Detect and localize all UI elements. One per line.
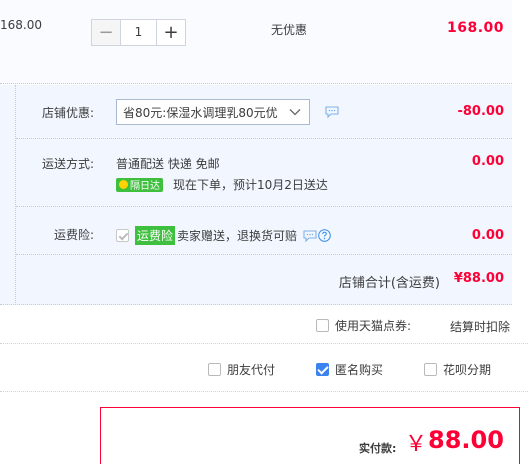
row-divider [16, 206, 512, 207]
quantity-stepper: − 1 + [91, 19, 186, 46]
anonymous-purchase-option[interactable]: 匿名购买 [316, 361, 383, 378]
delivery-info: 隔日达 现在下单，预计10月2日送达 [116, 176, 328, 193]
insurance-checkbox[interactable] [116, 229, 129, 242]
order-item-row [0, 0, 512, 84]
shop-total-value: ¥88.00 [453, 271, 504, 286]
shipping-method-text: 普通配送 快递 免邮 [116, 157, 220, 171]
payment-label: 实付款: [359, 442, 397, 455]
tmall-points-option[interactable]: 使用天猫点券: [316, 317, 411, 334]
tmall-points-checkbox[interactable] [316, 319, 329, 332]
chat-bubble-icon[interactable] [325, 106, 339, 118]
huabei-label: 花呗分期 [443, 363, 492, 377]
unit-price: 168.00 [0, 18, 42, 32]
shop-discount-amount: -80.00 [457, 104, 504, 119]
next-day-badge: 隔日达 [116, 177, 163, 192]
tmall-points-label: 使用天猫点券: [335, 319, 412, 333]
decrease-quantity-button[interactable]: − [91, 19, 120, 46]
shipping-insurance-info: 运费险 卖家赠送，退换货可赔 [116, 226, 331, 245]
huabei-installment-option[interactable]: 花呗分期 [424, 361, 491, 378]
section-divider [0, 343, 528, 344]
payment-amount: 88.00 [428, 426, 504, 454]
lightning-icon [119, 180, 128, 189]
anonymous-purchase-label: 匿名购买 [335, 363, 384, 377]
shop-total-label: 店铺合计(含运费) [338, 276, 440, 291]
payment-currency: ￥ [405, 432, 428, 457]
shop-discount-select[interactable]: 省80元:保湿水调理乳80元优 [116, 99, 310, 125]
chat-bubble-icon[interactable] [303, 229, 317, 242]
friend-pay-label: 朋友代付 [227, 363, 276, 377]
shipping-insurance-label: 运费险: [53, 228, 94, 242]
anonymous-purchase-checkbox[interactable] [316, 363, 329, 376]
insurance-fee: 0.00 [471, 228, 504, 243]
delivery-eta: 现在下单，预计10月2日送达 [173, 178, 328, 192]
shop-discount-label: 店铺优惠: [41, 106, 94, 120]
insurance-tag: 运费险 [135, 226, 176, 245]
shipping-method-label: 运送方式: [41, 157, 94, 171]
chevron-down-icon [289, 109, 301, 116]
shipping-fee: 0.00 [471, 154, 504, 169]
item-subtotal: 168.00 [446, 20, 504, 36]
insurance-description: 卖家赠送，退换货可赔 [177, 229, 298, 243]
row-divider [16, 254, 512, 255]
quantity-input[interactable]: 1 [120, 19, 157, 46]
huabei-checkbox[interactable] [424, 363, 437, 376]
item-discount-text: 无优惠 [271, 23, 308, 37]
next-day-badge-label: 隔日达 [130, 181, 160, 192]
question-circle-icon[interactable] [318, 229, 331, 242]
row-divider [16, 138, 512, 139]
section-divider [0, 391, 528, 392]
friend-pay-checkbox[interactable] [208, 363, 221, 376]
tmall-points-note: 结算时扣除 [450, 320, 511, 334]
shop-discount-select-value: 省80元:保湿水调理乳80元优 [123, 105, 278, 120]
friend-pay-option[interactable]: 朋友代付 [208, 361, 275, 378]
increase-quantity-button[interactable]: + [157, 19, 186, 46]
